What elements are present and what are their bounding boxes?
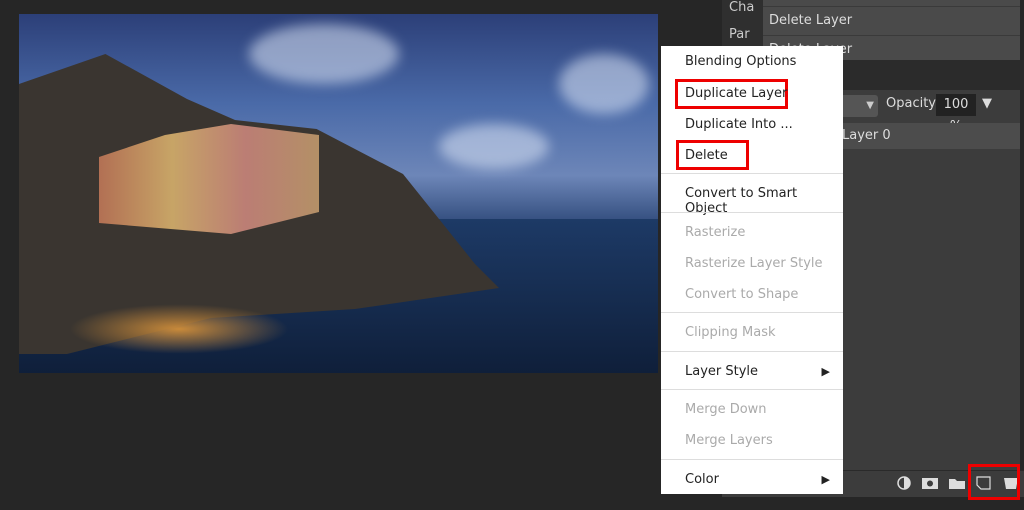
submenu-arrow-icon: ▶: [821, 473, 830, 486]
menu-item-duplicate-layer[interactable]: Duplicate Layer: [685, 86, 787, 101]
menu-item-merge-layers: Merge Layers: [685, 433, 773, 448]
opacity-label: Opacity:: [886, 96, 940, 111]
mask-icon[interactable]: [922, 476, 938, 490]
opacity-input[interactable]: 100 %: [936, 94, 976, 134]
tab-channels[interactable]: Cha: [722, 0, 763, 27]
menu-item-merge-down: Merge Down: [685, 402, 767, 417]
layer-name: Layer 0: [842, 128, 891, 143]
menu-item-delete[interactable]: Delete: [685, 148, 728, 163]
folder-icon[interactable]: [949, 476, 965, 490]
menu-item-convert-to-shape: Convert to Shape: [685, 287, 799, 302]
menu-item-rasterize-layer-style: Rasterize Layer Style: [685, 256, 823, 271]
menu-item-color[interactable]: Color: [685, 472, 719, 487]
opacity-dropdown-icon[interactable]: ▼: [982, 96, 992, 111]
adjustment-icon[interactable]: [896, 476, 912, 490]
submenu-arrow-icon: ▶: [821, 365, 830, 378]
menu-item-layer-style[interactable]: Layer Style: [685, 364, 758, 379]
menu-item-rasterize: Rasterize: [685, 225, 746, 240]
menu-item-duplicate-into[interactable]: Duplicate Into ...: [685, 117, 793, 132]
menu-item-clipping-mask: Clipping Mask: [685, 325, 776, 340]
highlight-box: [968, 464, 1020, 500]
canvas-image: [19, 14, 658, 373]
history-item[interactable]: Delete Layer: [763, 7, 1020, 36]
context-menu: Blending Options Duplicate Layer Duplica…: [661, 46, 843, 494]
menu-item-blending-options[interactable]: Blending Options: [685, 54, 796, 69]
